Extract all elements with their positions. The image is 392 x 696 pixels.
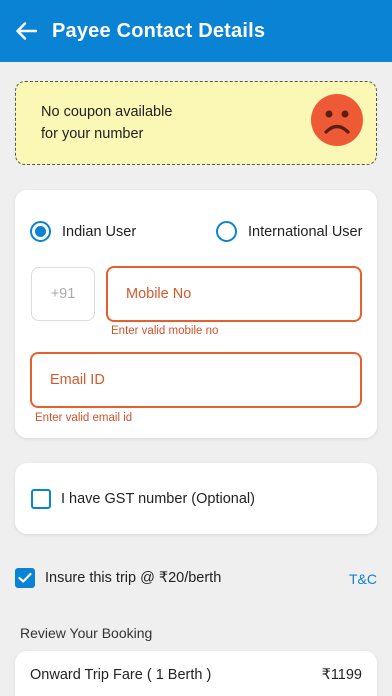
- arrow-left-icon: [16, 22, 37, 40]
- radio-selected-icon: [30, 221, 51, 242]
- fare-amount: ₹1199: [321, 667, 362, 683]
- back-button[interactable]: [6, 11, 46, 51]
- radio-international-user[interactable]: International User: [216, 221, 362, 242]
- insurance-checkbox[interactable]: Insure this trip @ ₹20/berth: [15, 568, 221, 588]
- app-bar: Payee Contact Details: [0, 0, 392, 62]
- page-title: Payee Contact Details: [52, 19, 266, 42]
- checkbox-checked-icon: [15, 568, 35, 588]
- insurance-label: Insure this trip @ ₹20/berth: [45, 570, 222, 586]
- checkbox-unchecked-icon: [31, 489, 51, 509]
- terms-and-conditions-link[interactable]: T&C: [349, 571, 377, 587]
- radio-international-user-label: International User: [248, 223, 363, 240]
- gst-label: I have GST number (Optional): [61, 491, 255, 507]
- mobile-number-input[interactable]: [106, 266, 362, 322]
- radio-unselected-icon: [216, 221, 237, 242]
- country-code-prefix: +91: [31, 267, 95, 321]
- radio-indian-user-label: Indian User: [62, 223, 137, 240]
- review-booking-heading: Review Your Booking: [20, 625, 153, 641]
- contact-details-card: Indian User International User +91 Enter…: [15, 190, 377, 438]
- checkmark-icon: [18, 572, 32, 583]
- coupon-message: No coupon available for your number: [41, 101, 172, 145]
- coupon-message-line-1: No coupon available: [41, 104, 173, 120]
- gst-card: I have GST number (Optional): [15, 463, 377, 534]
- sad-face-icon: [311, 94, 363, 146]
- fare-label: Onward Trip Fare ( 1 Berth ): [30, 667, 212, 683]
- email-input[interactable]: [30, 352, 362, 408]
- coupon-banner: No coupon available for your number: [15, 81, 377, 165]
- radio-indian-user[interactable]: Indian User: [30, 221, 136, 242]
- fare-card: Onward Trip Fare ( 1 Berth ) ₹1199: [15, 651, 377, 696]
- coupon-message-line-2: for your number: [41, 126, 144, 142]
- gst-checkbox[interactable]: I have GST number (Optional): [31, 489, 255, 509]
- mobile-error-message: Enter valid mobile no: [111, 325, 219, 337]
- email-error-message: Enter valid email id: [35, 412, 133, 424]
